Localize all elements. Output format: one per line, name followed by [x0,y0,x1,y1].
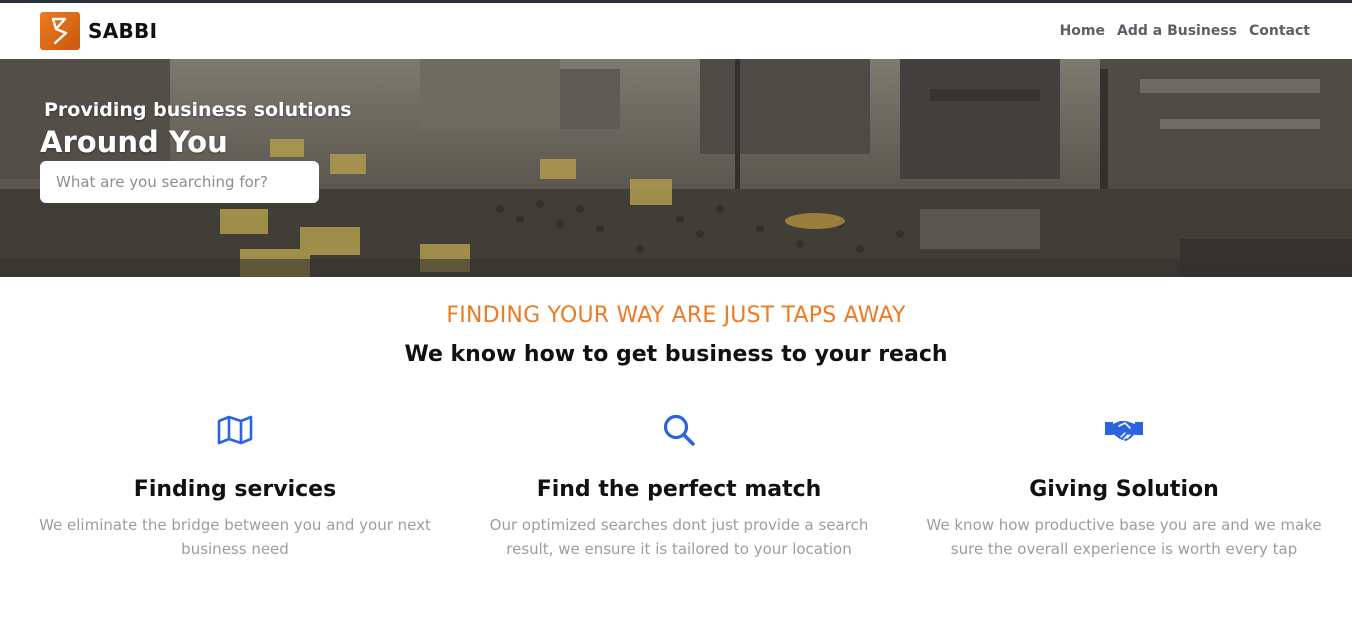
feature-description: We eliminate the bridge between you and … [39,516,431,558]
handshake-icon [914,410,1334,450]
section-tagline: FINDING YOUR WAY ARE JUST TAPS AWAY [446,303,906,328]
nav-home-link[interactable]: Home [1060,23,1105,39]
feature-title: Finding services [133,477,337,502]
nav-contact-link[interactable]: Contact [1249,23,1310,39]
feature-card-perfect-match: Find the perfect match Our optimized sea… [469,410,889,561]
hero-subtitle: Providing business solutions [44,99,352,121]
hero-banner: Providing business solutions Around You [0,59,1352,277]
section-headline: We know how to get business to your reac… [404,342,948,367]
feature-title: Find the perfect match [536,477,822,502]
map-icon [25,410,445,450]
brand-link[interactable]: SABBI [40,12,157,50]
nav-links: Home Add a Business Contact [1060,23,1310,39]
brand-logo-icon [40,12,80,50]
hero-title: Around You [40,125,228,159]
feature-title: Giving Solution [1029,477,1219,502]
search-input[interactable] [40,161,319,203]
search-icon [469,410,889,450]
nav-add-business-link[interactable]: Add a Business [1117,23,1237,39]
feature-description: We know how productive base you are and … [926,516,1322,558]
navbar: SABBI Home Add a Business Contact [0,3,1352,59]
feature-description: Our optimized searches dont just provide… [489,516,869,558]
brand-name: SABBI [88,19,158,43]
feature-card-finding-services: Finding services We eliminate the bridge… [25,410,445,561]
feature-card-giving-solution: Giving Solution We know how productive b… [914,410,1334,561]
